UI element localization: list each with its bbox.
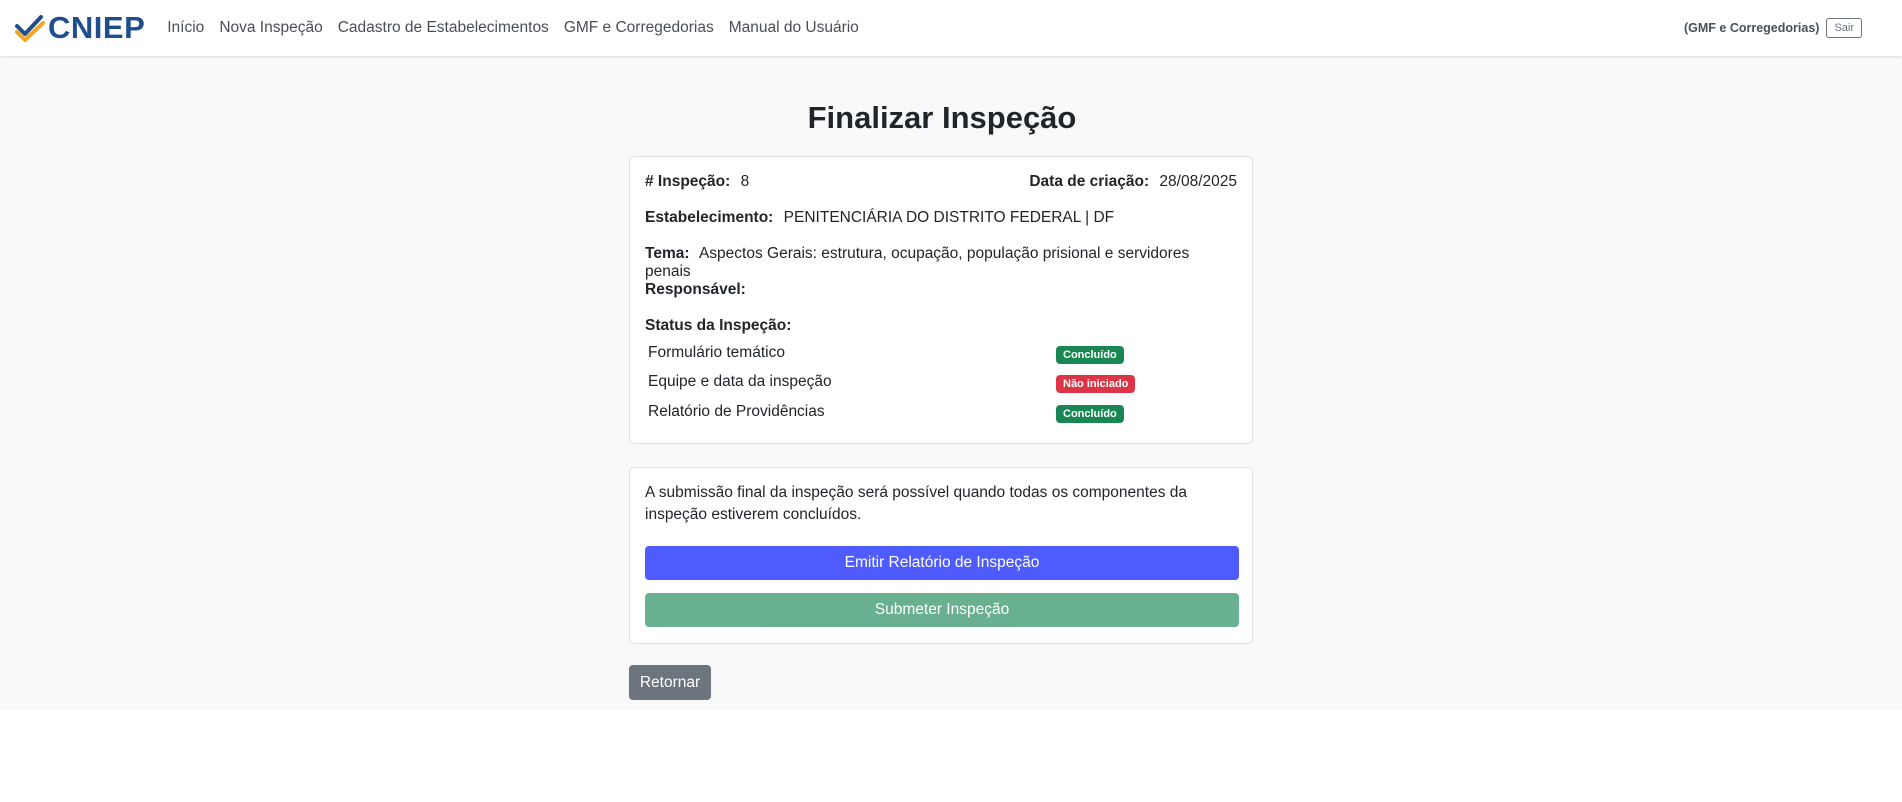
inspection-header-row: # Inspeção: 8 Data de criação: 28/08/202… <box>645 173 1237 191</box>
status-badge: Concluído <box>1056 346 1124 364</box>
inspection-id: # Inspeção: 8 <box>645 173 749 191</box>
responsible-row: Responsável: <box>645 281 1237 299</box>
establishment-label: Estabelecimento: <box>645 209 774 226</box>
brand-name: CNIEP <box>48 10 146 45</box>
theme-row: Tema: Aspectos Gerais: estrutura, ocupaç… <box>645 245 1237 281</box>
submission-message: A submissão final da inspeção será possí… <box>645 484 1187 523</box>
back-button[interactable]: Retornar <box>629 665 711 700</box>
status-badge: Não iniciado <box>1056 375 1136 393</box>
logout-button[interactable]: Sair <box>1826 18 1862 38</box>
status-item-name: Formulário temático <box>648 344 785 361</box>
creation-date: Data de criação: 28/08/2025 <box>1029 173 1237 191</box>
theme-value: Aspectos Gerais: estrutura, ocupação, po… <box>645 245 1190 280</box>
status-heading-row: Status da Inspeção: <box>645 317 1237 335</box>
nav-item-inicio[interactable]: Início <box>167 19 204 37</box>
brand-logo[interactable]: CNIEP <box>14 10 145 46</box>
inspection-info-card: # Inspeção: 8 Data de criação: 28/08/202… <box>629 156 1253 444</box>
establishment-value: PENITENCIÁRIA DO DISTRITO FEDERAL | DF <box>783 209 1115 226</box>
establishment-row: Estabelecimento: PENITENCIÁRIA DO DISTRI… <box>645 209 1237 227</box>
check-logo-icon <box>15 15 45 42</box>
top-navbar: CNIEP Início Nova Inspeção Cadastro de E… <box>0 0 1902 56</box>
submit-inspection-button[interactable]: Submeter Inspeção <box>645 593 1239 627</box>
nav-item-cadastro-estabelecimentos[interactable]: Cadastro de Estabelecimentos <box>338 19 549 37</box>
status-item-name: Equipe e data da inspeção <box>648 373 832 390</box>
page-title: Finalizar Inspeção <box>807 100 1077 135</box>
nav-item-manual-usuario[interactable]: Manual do Usuário <box>729 19 859 37</box>
submission-card: A submissão final da inspeção será possí… <box>629 467 1253 644</box>
user-role-label: (GMF e Corregedorias) <box>1684 21 1820 35</box>
user-area: (GMF e Corregedorias) Sair <box>1684 18 1862 38</box>
responsible-label: Responsável: <box>645 281 746 298</box>
creation-date-value: 28/08/2025 <box>1159 173 1237 190</box>
status-badge: Concluído <box>1056 405 1124 423</box>
emit-report-button[interactable]: Emitir Relatório de Inspeção <box>645 546 1239 580</box>
inspection-id-label: # Inspeção: <box>645 173 731 190</box>
nav-item-nova-inspecao[interactable]: Nova Inspeção <box>219 19 322 37</box>
status-heading: Status da Inspeção: <box>645 317 792 334</box>
creation-date-label: Data de criação: <box>1029 173 1150 190</box>
inspection-id-value: 8 <box>740 173 750 190</box>
status-item-name: Relatório de Providências <box>648 403 825 420</box>
nav-links: Início Nova Inspeção Cadastro de Estabel… <box>167 19 874 37</box>
theme-label: Tema: <box>645 245 690 262</box>
nav-item-gmf-corregedorias[interactable]: GMF e Corregedorias <box>564 19 714 37</box>
main-content: Finalizar Inspeção # Inspeção: 8 Data de… <box>0 56 1902 710</box>
